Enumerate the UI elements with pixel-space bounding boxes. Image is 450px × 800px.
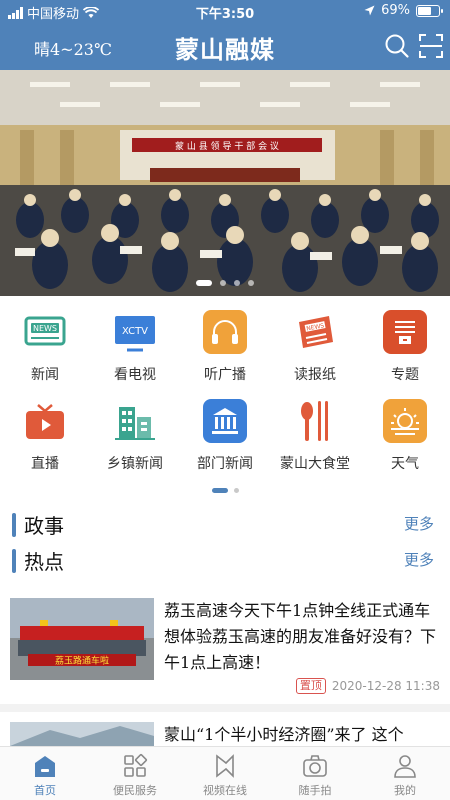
news-meta: 置顶 2020-12-28 11:38 (295, 678, 440, 694)
topic-icon (383, 310, 427, 354)
news-date: 2020-12-28 11:38 (331, 679, 440, 693)
scan-icon (419, 34, 443, 58)
tab-services[interactable]: 便民服务 (90, 753, 180, 798)
section-title: 政事 (24, 514, 64, 538)
svg-text:NEWS: NEWS (33, 324, 57, 333)
search-button[interactable] (382, 31, 412, 61)
grid-item-label: 天气 (391, 456, 419, 472)
section-politics: 政事 更多 (0, 509, 450, 539)
location-icon (364, 5, 375, 16)
svg-text:XCTV: XCTV (122, 326, 148, 337)
carousel-dot[interactable] (196, 280, 212, 286)
tab-label: 随手拍 (298, 784, 332, 797)
section-marker (12, 513, 16, 537)
battery-icon (416, 4, 443, 17)
grid-item-label: 听广播 (204, 367, 246, 383)
grid-item-institution[interactable]: 部门新闻 (180, 399, 270, 473)
search-icon (385, 34, 409, 58)
section-hot: 热点 更多 (0, 545, 450, 575)
home-icon (32, 753, 58, 779)
grid-item-label: 直播 (31, 456, 59, 472)
newspaper-icon: NEWS (293, 310, 337, 354)
carousel-dot[interactable] (220, 280, 226, 286)
grid-item-topic[interactable]: 专题 (360, 310, 450, 384)
carousel-dot[interactable] (248, 280, 254, 286)
tv-icon: XCTV (113, 310, 157, 354)
status-bar: 中国移动 下午3:50 69% (0, 0, 450, 22)
app-header: 晴4~23℃ 蒙山融媒 (0, 22, 450, 70)
grid-item-label: 乡镇新闻 (107, 456, 163, 472)
services-icon (122, 753, 148, 779)
grid-item-live[interactable]: 直播 (0, 399, 90, 473)
grid-item-buildings[interactable]: 乡镇新闻 (90, 399, 180, 473)
battery-level (418, 6, 432, 15)
banner-sign-text: 蒙 山 县 领 导 干 部 会 议 (175, 140, 279, 152)
grid-item-label: 专题 (391, 367, 419, 383)
battery-percent: 69% (381, 3, 410, 18)
thumb-banner-text: 荔玉路通车啦 (55, 655, 109, 667)
grid-item-tv[interactable]: XCTV 看电视 (90, 310, 180, 384)
carousel-dot[interactable] (234, 280, 240, 286)
tab-label: 便民服务 (113, 784, 157, 797)
tab-label: 首页 (34, 784, 56, 797)
news-title: 蒙山“1个半小时经济圈”来了 这个 (164, 725, 404, 744)
banner-carousel[interactable]: 蒙 山 县 领 导 干 部 会 议 (0, 70, 450, 296)
video-icon (212, 753, 238, 779)
grid-item-weather[interactable]: 天气 (360, 399, 450, 473)
headphones-icon (203, 310, 247, 354)
grid-page-indicator[interactable] (0, 488, 450, 493)
grid-item-newspaper[interactable]: NEWS 读报纸 (270, 310, 360, 384)
tab-home[interactable]: 首页 (0, 753, 90, 798)
grid-item-label: 新闻 (31, 367, 59, 383)
tab-label: 视频在线 (203, 784, 247, 797)
page-dot[interactable] (211, 488, 228, 493)
status-right: 69% (364, 3, 443, 18)
scan-button[interactable] (416, 31, 446, 61)
cutlery-icon (293, 399, 337, 443)
institution-icon (203, 399, 247, 443)
banner-photo: 蒙 山 县 领 导 干 部 会 议 (0, 70, 450, 296)
grid-item-label: 看电视 (114, 367, 156, 383)
grid-item-label: 蒙山大食堂 (280, 456, 350, 472)
live-icon (23, 399, 67, 443)
news-thumbnail (10, 722, 154, 746)
weather-icon (383, 399, 427, 443)
tab-label: 我的 (394, 784, 416, 797)
grid-item-label: 部门新闻 (197, 456, 253, 472)
camera-icon (302, 753, 328, 779)
more-link[interactable]: 更多 (404, 513, 434, 534)
news-thumbnail: 荔玉路通车啦 (10, 598, 154, 680)
grid-item-cutlery[interactable]: 蒙山大食堂 (270, 399, 360, 473)
tab-camera[interactable]: 随手拍 (270, 753, 360, 798)
pinned-badge: 置顶 (295, 678, 326, 694)
grid-item-news[interactable]: NEWS 新闻 (0, 310, 90, 384)
news-title: 荔玉高速今天下午1点钟全线正式通车 想体验荔玉高速的朋友准备好没有？下午1点上高… (164, 601, 437, 672)
buildings-icon (113, 399, 157, 443)
page-dot[interactable] (233, 488, 239, 493)
carousel-indicator[interactable] (0, 280, 450, 286)
grid-item-headphones[interactable]: 听广播 (180, 310, 270, 384)
news-item[interactable]: 荔玉路通车啦 荔玉高速今天下午1点钟全线正式通车 想体验荔玉高速的朋友准备好没有… (10, 598, 440, 698)
bottom-tab-bar: 首页 便民服务 视频在线 随手拍 我的 (0, 746, 450, 800)
news-icon: NEWS (23, 310, 67, 354)
section-marker (12, 549, 16, 573)
tab-user[interactable]: 我的 (360, 753, 450, 798)
user-icon (392, 753, 418, 779)
divider (0, 704, 450, 712)
grid-item-label: 读报纸 (294, 367, 336, 383)
tab-video[interactable]: 视频在线 (180, 753, 270, 798)
section-title: 热点 (24, 550, 64, 574)
more-link[interactable]: 更多 (404, 549, 434, 570)
news-item[interactable]: 蒙山“1个半小时经济圈”来了 这个 (10, 722, 440, 746)
